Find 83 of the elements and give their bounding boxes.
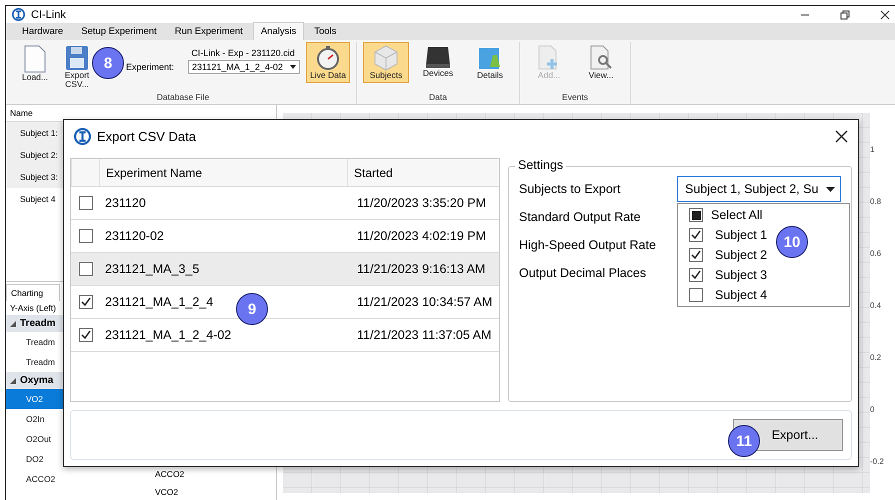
checkbox[interactable]	[79, 262, 93, 276]
close-icon[interactable]	[880, 10, 890, 20]
axis-tick-label: 0.8	[870, 197, 882, 208]
checkbox[interactable]	[79, 295, 93, 309]
dialog-title: Export CSV Data	[97, 129, 197, 144]
ribbon-tab[interactable]: Analysis	[252, 22, 304, 40]
checkbox[interactable]	[79, 229, 93, 243]
charting-tab[interactable]: Charting	[6, 284, 60, 301]
checkbox[interactable]	[689, 288, 703, 302]
restore-icon[interactable]	[840, 10, 850, 20]
axis-group-label: Y-Axis (Left)	[9, 302, 57, 315]
checkbox[interactable]	[689, 228, 703, 242]
ribbon-button[interactable]: View...	[578, 42, 624, 84]
table-row[interactable]: 231121_MA_3_5 11/21/2023 9:16:13 AM	[71, 253, 499, 286]
table-cell-text: 11/20/2023 4:02:19 PM	[356, 229, 488, 243]
checkbox[interactable]	[79, 196, 93, 210]
checkbox[interactable]	[689, 208, 703, 222]
column-header[interactable]: Started	[347, 159, 499, 186]
dropdown-option[interactable]: Subject 2	[715, 248, 768, 262]
table-cell-text: 231121_MA_3_5	[104, 262, 200, 276]
experiment-select[interactable]: 231121_MA_1_2_4-02	[188, 60, 300, 74]
document-icon	[24, 45, 46, 74]
group-label: Data	[428, 92, 448, 104]
axis-tick-label: 0.6	[870, 249, 882, 260]
ribbon-button[interactable]: Details	[467, 42, 514, 84]
list-item[interactable]: VCO2	[141, 483, 261, 500]
expander-icon[interactable]	[10, 320, 16, 326]
field-label: Subjects to Export	[519, 182, 622, 196]
dropdown-option[interactable]: Select All	[711, 208, 762, 222]
dropdown-option[interactable]: Subject 1	[715, 228, 768, 242]
checkbox[interactable]	[689, 248, 703, 262]
ribbon-tab[interactable]: Tools	[306, 22, 344, 40]
magnifier-document-icon	[589, 45, 614, 72]
window-title: CI-Link	[31, 8, 67, 21]
ribbon-tab[interactable]: Hardware	[14, 22, 72, 40]
table-cell-text: 11/20/2023 3:35:20 PM	[356, 196, 488, 210]
field-label: High-Speed Output Rate	[519, 238, 657, 252]
table-cell-text: 231120-02	[104, 229, 165, 243]
ribbon-button[interactable]: Devices	[415, 42, 462, 82]
subjects-dropdown[interactable]: Subject 1, Subject 2, Su	[677, 176, 841, 202]
group-label: Events	[561, 92, 590, 104]
subject-label: Subject 4	[20, 194, 56, 204]
field-label: Output Decimal Places	[519, 266, 648, 280]
logo-icon	[74, 128, 91, 145]
load-button[interactable]: Load...	[16, 42, 54, 86]
caret-icon	[290, 65, 296, 70]
expander-icon[interactable]	[10, 378, 16, 384]
axis-tick-label: -0.2	[870, 457, 885, 468]
axis-tick-label: 0.4	[870, 301, 882, 312]
ribbon-button[interactable]: Subjects	[363, 42, 410, 84]
close-icon[interactable]	[835, 130, 848, 143]
column-header[interactable]: Experiment Name	[99, 159, 347, 186]
subject-label: Subject 3:	[20, 172, 58, 182]
tree-item[interactable]: ACCO2	[6, 469, 141, 489]
ribbon-tab[interactable]: Setup Experiment	[73, 22, 165, 40]
file-name: CI-Link - Exp - 231120.cid	[191, 48, 295, 58]
folder-flask-icon	[478, 45, 502, 72]
subject-label: Subject 1:	[20, 128, 58, 138]
table-cell-text: 11/21/2023 10:34:57 AM	[356, 295, 494, 309]
table-cell-text: 11/21/2023 11:37:05 AM	[356, 328, 492, 342]
axis-tick-label: 0	[870, 405, 876, 416]
logo-icon	[12, 8, 25, 22]
caret-icon	[826, 186, 835, 192]
ribbon-tab[interactable]: Run Experiment	[166, 22, 251, 40]
group-label: Database File	[156, 92, 210, 104]
axis-tick-label: 0.2	[870, 353, 882, 364]
live-data-button[interactable]: Live Data	[306, 42, 350, 84]
group-label: Settings	[515, 158, 566, 172]
dropdown-option[interactable]: Subject 3	[715, 268, 768, 282]
table-cell-text: 231120	[104, 196, 147, 210]
device-icon	[425, 45, 452, 70]
checkbox[interactable]	[689, 268, 703, 282]
table-cell-text: 231121_MA_1_2_4-02	[104, 328, 232, 342]
field-label: Standard Output Rate	[519, 210, 642, 224]
subject-label: Subject 2:	[20, 150, 58, 160]
dropdown-option[interactable]: Subject 4	[715, 288, 768, 302]
export-csv-button[interactable]: Export CSV...	[60, 42, 94, 92]
stopwatch-icon	[315, 45, 342, 72]
cube-icon	[374, 45, 398, 72]
checkbox[interactable]	[79, 328, 93, 342]
axis-tick-label: 1	[870, 145, 876, 156]
experiment-label: Experiment:	[126, 62, 174, 72]
table-cell-text: 11/21/2023 9:16:13 AM	[356, 262, 486, 276]
